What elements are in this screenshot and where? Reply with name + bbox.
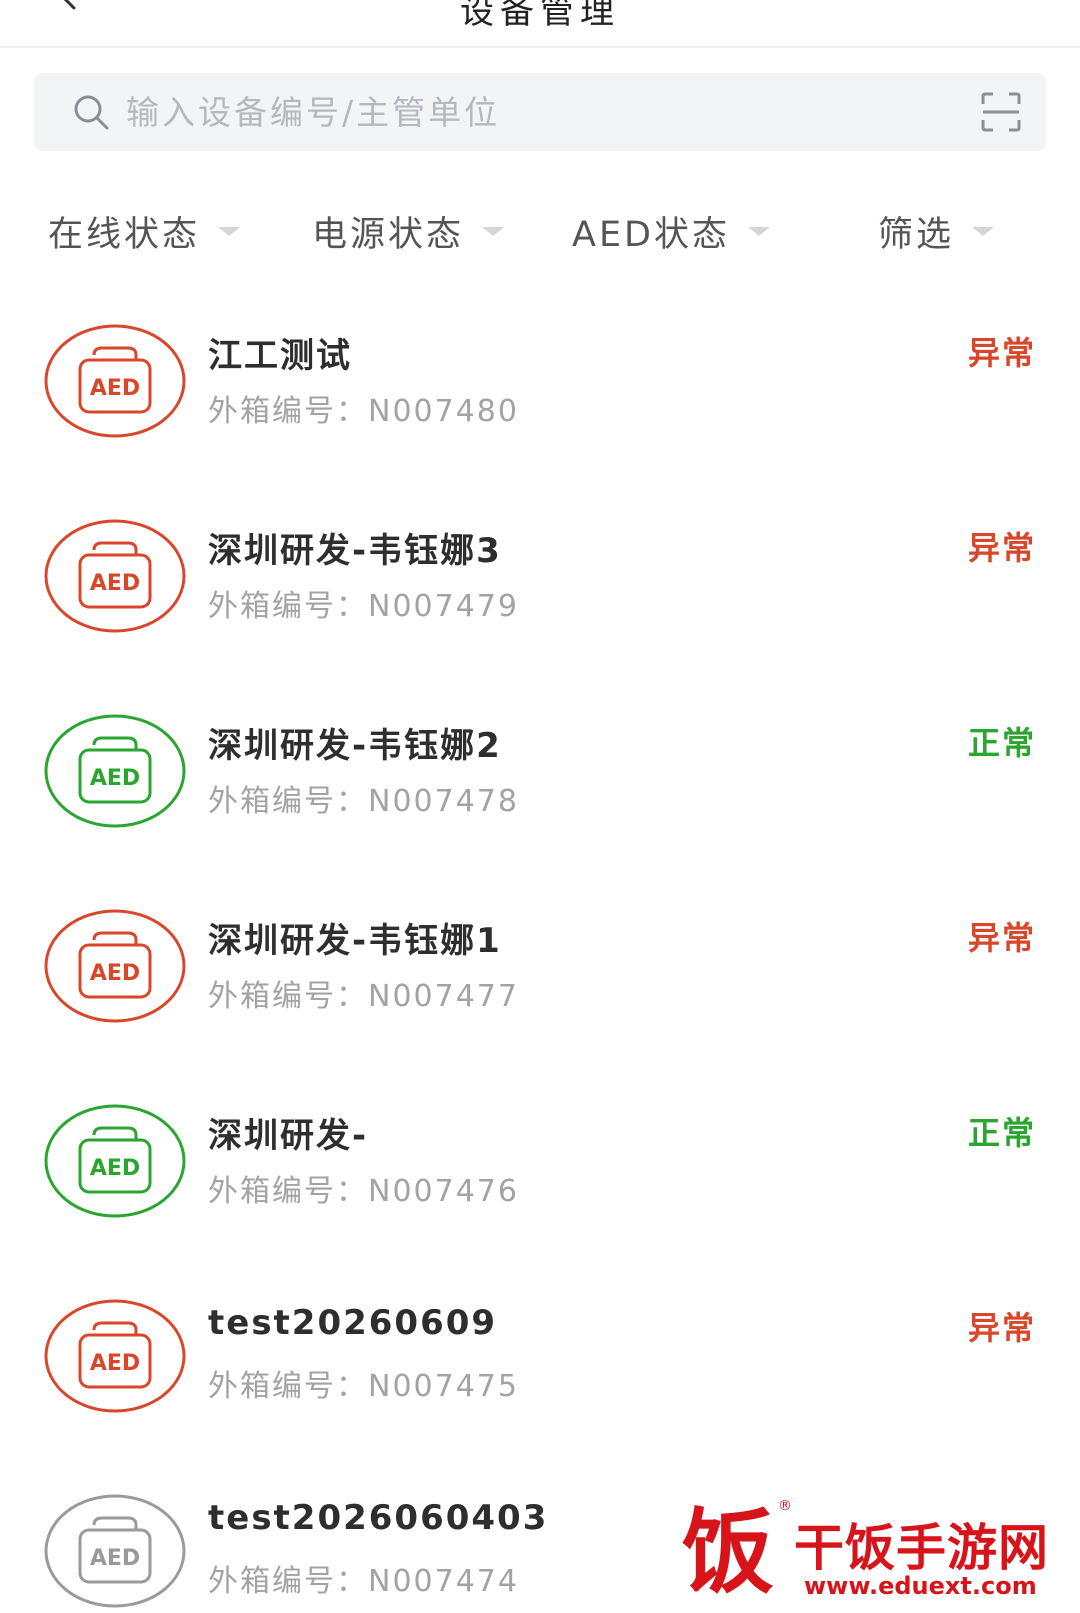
- status-badge: 异常: [967, 1309, 1036, 1347]
- device-code: 外箱编号：N007474: [208, 1556, 519, 1600]
- filter-bar: 在线状态 电源状态 AED状态 筛选: [0, 196, 1080, 266]
- svg-text:AED: AED: [90, 1156, 140, 1181]
- device-list-item[interactable]: AED 深圳研发-韦钰娜2 外箱编号：N007478 正常: [0, 682, 1080, 877]
- device-list-item[interactable]: AED 江工测试外箱编号：N007480 异常: [0, 292, 1080, 487]
- device-code-value: N007479: [368, 589, 519, 624]
- search-input[interactable]: [126, 85, 926, 139]
- device-name: test2026060403: [208, 1498, 549, 1538]
- status-badge: 正常: [967, 724, 1036, 762]
- caret-down-icon: [218, 226, 241, 236]
- device-code-label: 外箱编号：: [208, 1564, 368, 1599]
- device-code-label: 外箱编号：: [208, 979, 368, 1014]
- device-code-label: 外箱编号：: [208, 394, 368, 429]
- filter-label: 电源状态: [312, 214, 465, 255]
- filter-online-status[interactable]: 在线状态: [48, 196, 241, 266]
- device-code-label: 外箱编号：: [208, 784, 368, 819]
- device-code-value: N007477: [368, 979, 519, 1014]
- device-code: 外箱编号：N007476: [208, 1166, 519, 1210]
- watermark-url: www.eduext.com: [804, 1572, 1037, 1600]
- device-list-item[interactable]: AED test20260609 外箱编号：N007475 异常: [0, 1267, 1080, 1462]
- device-code-value: N007475: [368, 1369, 519, 1404]
- filter-power-status[interactable]: 电源状态: [312, 196, 505, 266]
- device-code-label: 外箱编号：: [208, 589, 368, 624]
- aed-device-icon: AED: [44, 519, 186, 633]
- caret-down-icon: [972, 226, 995, 236]
- device-name: 深圳研发-韦钰娜2: [208, 726, 502, 766]
- status-badge: 异常: [967, 529, 1036, 567]
- page-title: 设备管理: [460, 0, 620, 32]
- watermark-logo: 饭 ® 干饭手游网 www.eduext.com: [682, 1496, 1052, 1611]
- svg-text:AED: AED: [90, 1546, 140, 1571]
- filter-label: AED状态: [572, 214, 731, 255]
- aed-device-icon: AED: [44, 1104, 186, 1218]
- scan-icon[interactable]: [980, 91, 1022, 133]
- filter-label: 筛选: [878, 214, 955, 255]
- aed-device-icon: AED: [44, 909, 186, 1023]
- aed-device-icon: AED: [44, 1494, 186, 1608]
- device-name: 深圳研发-韦钰娜3: [208, 531, 502, 571]
- device-code-value: N007474: [368, 1564, 519, 1599]
- device-code: 外箱编号：N007479: [208, 581, 519, 625]
- device-name: 深圳研发-: [208, 1116, 369, 1156]
- header-bar: 设备管理: [0, 0, 1080, 48]
- device-code-label: 外箱编号：: [208, 1174, 368, 1209]
- device-code: 外箱编号：N007477: [208, 971, 519, 1015]
- device-name: test20260609: [208, 1303, 498, 1343]
- svg-text:AED: AED: [90, 766, 140, 791]
- caret-down-icon: [482, 226, 505, 236]
- aed-device-icon: AED: [44, 324, 186, 438]
- device-code-value: N007480: [368, 394, 519, 429]
- filter-label: 在线状态: [48, 214, 201, 255]
- device-code: 外箱编号：N007480: [208, 386, 519, 430]
- svg-text:AED: AED: [90, 961, 140, 986]
- device-code: 外箱编号：N007478: [208, 776, 519, 820]
- device-code: 外箱编号：N007475: [208, 1361, 519, 1405]
- device-list-item[interactable]: AED 深圳研发-韦钰娜3 外箱编号：N007479 异常: [0, 487, 1080, 682]
- device-name: 深圳研发-韦钰娜1: [208, 921, 502, 961]
- watermark-name: 干饭手游网: [794, 1519, 1049, 1577]
- device-list: AED 江工测试 外箱编号：N007480 异常 AED 深圳研发-韦钰娜3 外箱编号：N0…: [0, 292, 1080, 1613]
- device-code-value: N007476: [368, 1174, 519, 1209]
- device-name: 江工测试: [208, 336, 352, 376]
- svg-text:AED: AED: [90, 1351, 140, 1376]
- device-code-value: N007478: [368, 784, 519, 819]
- filter-aed-status[interactable]: AED状态: [572, 196, 771, 266]
- status-badge: 异常: [967, 919, 1036, 957]
- aed-device-icon: AED: [44, 714, 186, 828]
- device-code-label: 外箱编号：: [208, 1369, 368, 1404]
- device-management-page: 设备管理 在线状态 电源状态 AED状态 筛选: [0, 0, 1080, 1613]
- caret-down-icon: [748, 226, 771, 236]
- watermark-glyph: 饭: [682, 1498, 775, 1606]
- filter-more[interactable]: 筛选: [878, 196, 995, 266]
- svg-text:AED: AED: [90, 571, 140, 596]
- search-bar[interactable]: [34, 73, 1046, 151]
- status-badge: 正常: [967, 1114, 1036, 1152]
- search-icon: [74, 95, 109, 130]
- svg-text:AED: AED: [90, 376, 140, 401]
- device-list-item[interactable]: AED 深圳研发-韦钰娜1 外箱编号：N007477 异常: [0, 877, 1080, 1072]
- status-badge: 异常: [967, 334, 1036, 372]
- registered-mark: ®: [778, 1498, 792, 1514]
- device-list-item[interactable]: AED 深圳研发- 外箱编号：N007476 正常: [0, 1072, 1080, 1267]
- aed-device-icon: AED: [44, 1299, 186, 1413]
